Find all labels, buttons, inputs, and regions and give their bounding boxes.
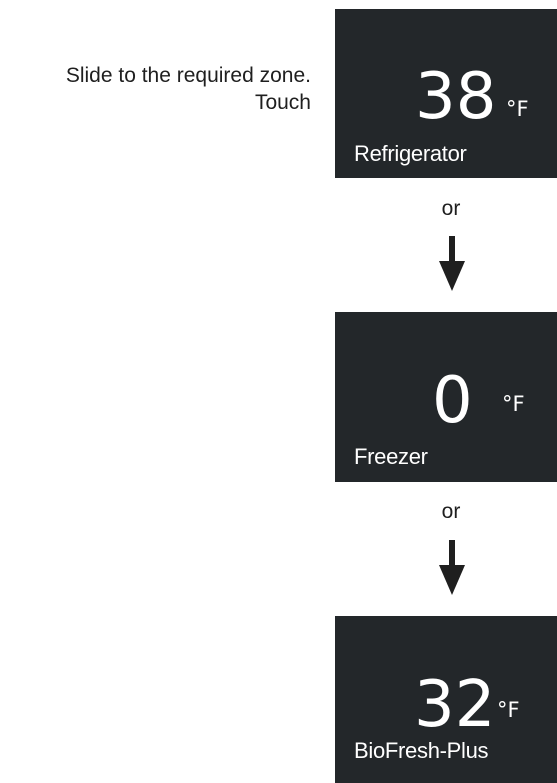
instruction-line-2: Touch xyxy=(254,91,311,114)
refrigerator-unit: °F xyxy=(506,97,529,121)
freezer-zone-display[interactable]: 0 °F Freezer xyxy=(335,312,557,482)
arrow-down-icon xyxy=(439,236,465,291)
freezer-zone-label: Freezer xyxy=(354,444,428,469)
or-label: or xyxy=(441,500,461,523)
freezer-temperature: 0 xyxy=(432,364,473,438)
refrigerator-temperature: 38 xyxy=(415,60,497,134)
refrigerator-zone-display[interactable]: 38 °F Refrigerator xyxy=(335,9,557,178)
freezer-unit: °F xyxy=(502,392,525,416)
biofresh-plus-zone-display[interactable]: 32 °F BioFresh-Plus xyxy=(335,616,557,783)
refrigerator-zone-label: Refrigerator xyxy=(354,141,467,166)
instruction-text: Slide to the required zone. Touch xyxy=(66,62,311,116)
arrow-down-icon xyxy=(439,540,465,595)
biofresh-plus-temperature: 32 xyxy=(414,668,496,742)
or-label: or xyxy=(441,197,461,220)
biofresh-plus-zone-label: BioFresh-Plus xyxy=(354,738,489,763)
instruction-line-1: Slide to the required zone. xyxy=(65,64,311,87)
biofresh-plus-unit: °F xyxy=(497,698,520,722)
